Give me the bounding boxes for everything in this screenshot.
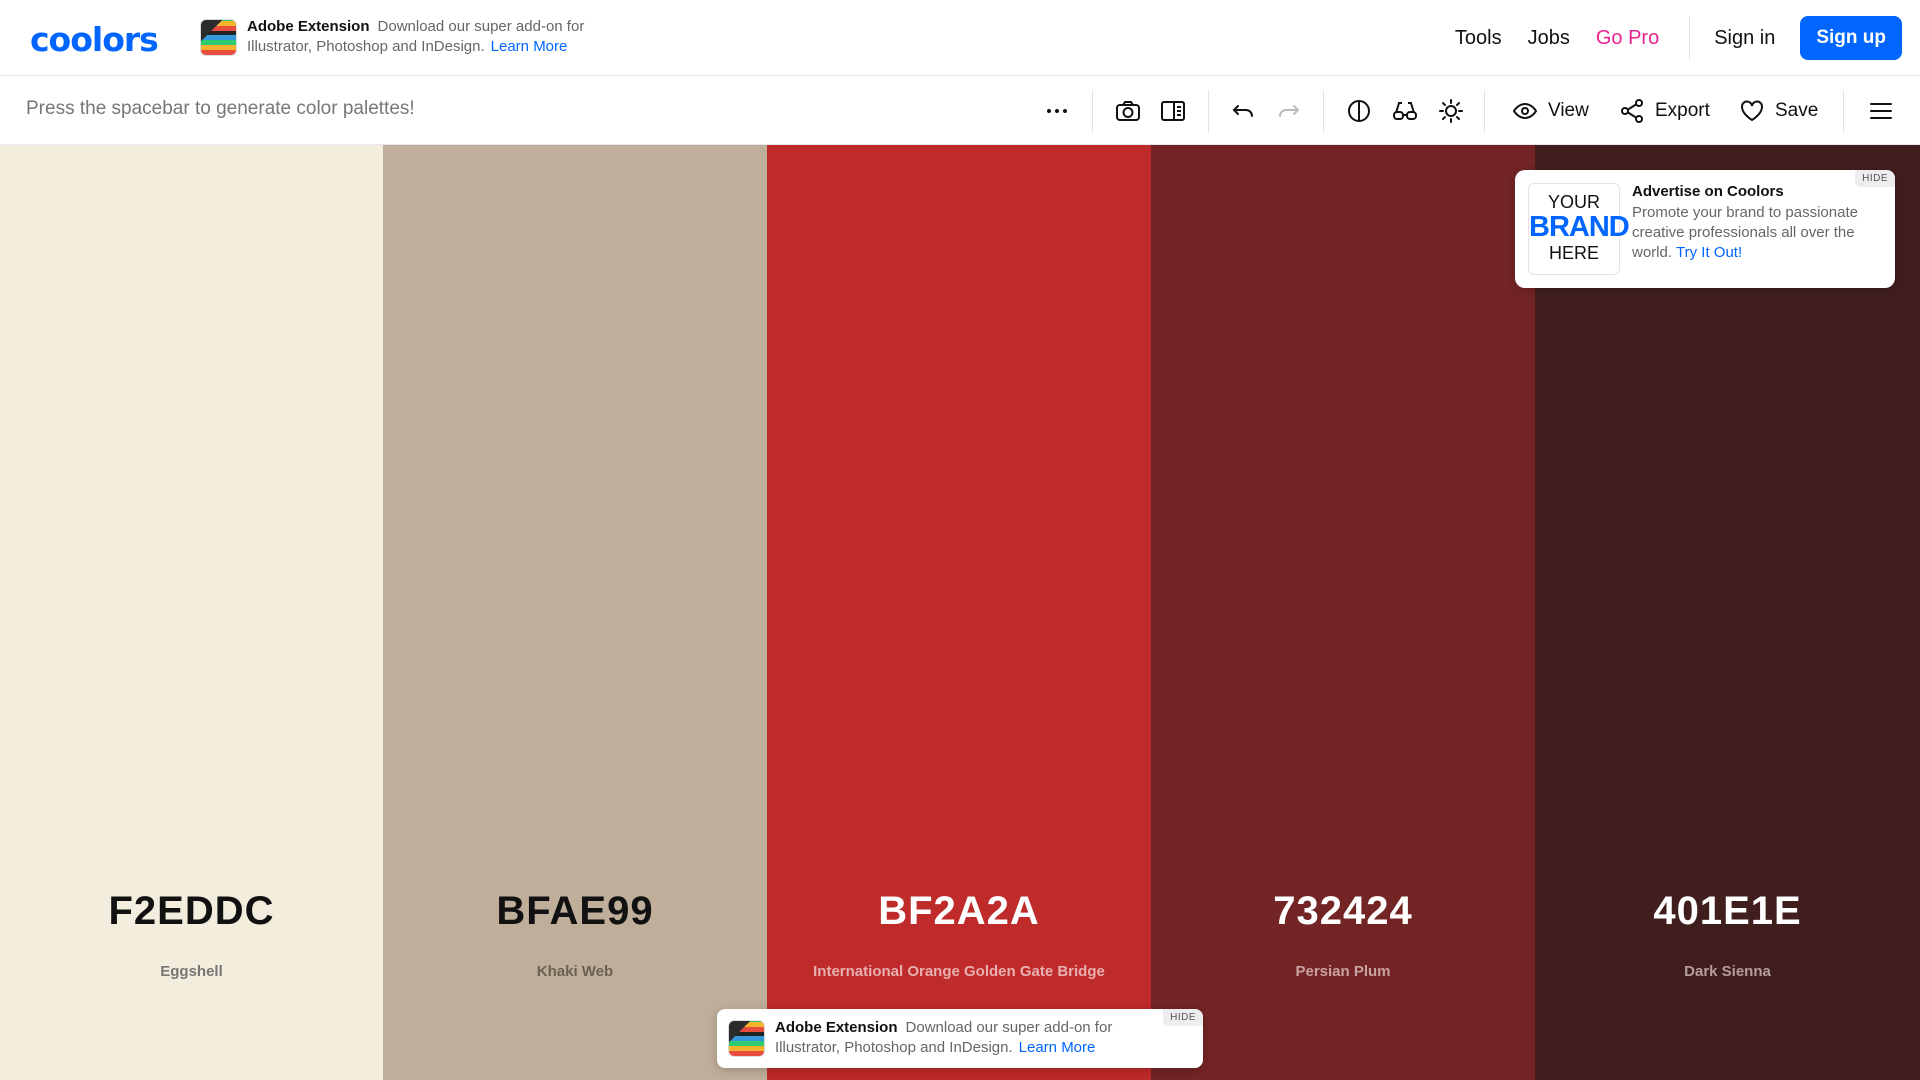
undo-icon[interactable] <box>1230 96 1256 126</box>
swatch-hex[interactable]: BF2A2A <box>767 889 1151 934</box>
ad-title: Advertise on Coolors <box>1632 183 1784 200</box>
coolors-logo[interactable]: coolors <box>30 20 159 59</box>
nav-tools-link[interactable]: Tools <box>1455 27 1502 50</box>
ad-body: Promote your brand to passionate creativ… <box>1632 203 1882 263</box>
nav-jobs-link[interactable]: Jobs <box>1528 27 1570 50</box>
sign-up-button[interactable]: Sign up <box>1800 16 1902 60</box>
adobe-extension-thumbnail <box>200 19 237 56</box>
save-button[interactable]: Save <box>1739 96 1818 126</box>
swatch-hex[interactable]: 401E1E <box>1535 889 1920 934</box>
color-swatch[interactable]: BFAE99 Khaki Web <box>383 145 767 1080</box>
adobe-extension-promo[interactable]: Adobe Extension Download our super add-on… <box>200 17 637 57</box>
adobe-extension-thumbnail <box>728 1020 765 1057</box>
swatch-hex[interactable]: F2EDDC <box>0 889 383 934</box>
eye-icon <box>1512 102 1538 120</box>
view-label: View <box>1548 100 1589 121</box>
redo-icon[interactable] <box>1276 96 1302 126</box>
bottom-promo-learn-more-link[interactable]: Learn More <box>1019 1039 1096 1056</box>
promo-learn-more-link[interactable]: Learn More <box>491 38 568 55</box>
toolbar-divider <box>1092 90 1093 132</box>
swatch-hex[interactable]: BFAE99 <box>383 889 767 934</box>
ad-hide-button[interactable]: HIDE <box>1855 170 1895 187</box>
brand-line-2: BRAND <box>1529 211 1630 243</box>
swatch-color-name: Eggshell <box>160 963 223 980</box>
swatch-color-name: Persian Plum <box>1295 963 1391 980</box>
color-swatch[interactable]: BF2A2A International Orange Golden Gate … <box>767 145 1151 1080</box>
nav-divider <box>1689 16 1691 60</box>
nav-go-pro-link[interactable]: Go Pro <box>1596 27 1659 50</box>
split-view-icon[interactable] <box>1160 96 1186 126</box>
bottom-promo-title: Adobe Extension <box>775 1019 898 1036</box>
spacebar-hint: Press the spacebar to generate color pal… <box>26 98 415 119</box>
save-label: Save <box>1775 100 1819 121</box>
export-label: Export <box>1655 100 1710 121</box>
heart-icon <box>1741 100 1763 122</box>
bottom-promo-text: Adobe Extension Download our super add-on… <box>775 1018 1175 1058</box>
color-swatch[interactable]: F2EDDC Eggshell <box>0 145 383 1080</box>
advertise-card[interactable]: YOUR BRAND HERE Advertise on Coolors Pro… <box>1515 170 1895 288</box>
toolbar-divider <box>1843 90 1844 132</box>
ad-try-it-out-link[interactable]: Try It Out! <box>1676 244 1742 261</box>
swatch-color-name: Dark Sienna <box>1684 963 1771 980</box>
swatch-color-name: Khaki Web <box>536 963 614 980</box>
swatch-hex[interactable]: 732424 <box>1151 889 1535 934</box>
toolbar-divider <box>1323 90 1324 132</box>
view-button[interactable]: View <box>1512 96 1589 126</box>
ad-body-text: Promote your brand to passionate creativ… <box>1632 204 1858 261</box>
toolbar-divider <box>1208 90 1209 132</box>
brightness-sun-icon[interactable] <box>1438 96 1464 126</box>
toolbar-divider <box>1484 90 1485 132</box>
promo-title: Adobe Extension <box>247 18 370 35</box>
top-nav: coolors Adobe Extension Download our supe… <box>0 0 1920 76</box>
promo-text: Adobe Extension Download our super add-on… <box>247 17 637 57</box>
generator-toolbar: Press the spacebar to generate color pal… <box>0 76 1920 145</box>
more-options-icon[interactable] <box>1044 96 1070 126</box>
camera-icon[interactable] <box>1115 96 1141 126</box>
color-swatch[interactable]: 732424 Persian Plum <box>1151 145 1535 1080</box>
brand-line-3: HERE <box>1548 243 1599 263</box>
contrast-icon[interactable] <box>1346 96 1372 126</box>
nav-right: Tools Jobs Go Pro Sign in Sign up <box>1429 16 1902 60</box>
swatch-color-name: International Orange Golden Gate Bridge <box>813 963 1105 980</box>
sign-in-link[interactable]: Sign in <box>1714 27 1775 50</box>
bottom-adobe-extension-promo[interactable]: Adobe Extension Download our super add-on… <box>717 1009 1203 1068</box>
bottom-promo-hide-button[interactable]: HIDE <box>1163 1009 1203 1026</box>
color-blindness-glasses-icon[interactable] <box>1392 96 1418 126</box>
export-button[interactable]: Export <box>1619 96 1710 126</box>
share-icon <box>1621 99 1643 123</box>
brand-line-1: YOUR <box>1547 192 1600 212</box>
hamburger-menu-icon[interactable] <box>1868 96 1894 126</box>
your-brand-here-logo: YOUR BRAND HERE <box>1528 183 1630 275</box>
